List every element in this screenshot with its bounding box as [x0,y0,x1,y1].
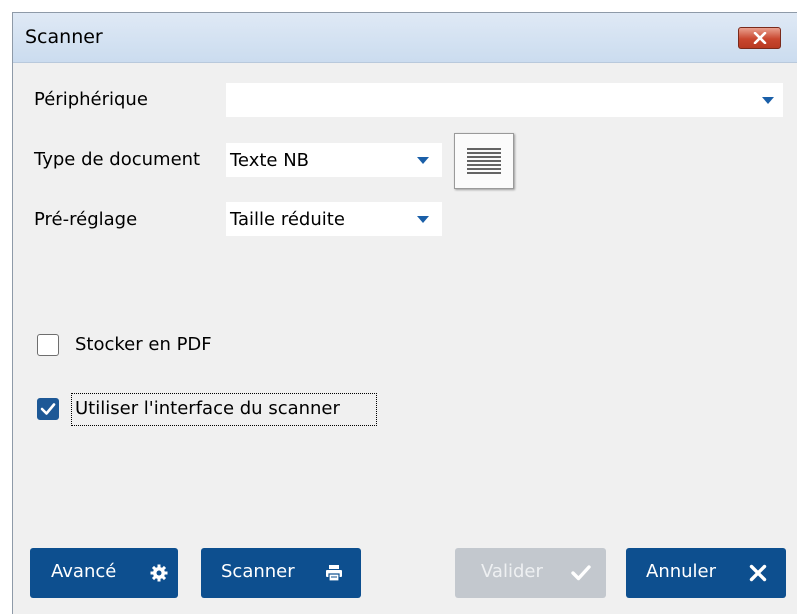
store-pdf-checkbox[interactable] [37,334,59,356]
doc-type-preview-button[interactable] [454,133,514,189]
title-bar: Scanner [13,13,797,63]
store-pdf-label[interactable]: Stocker en PDF [75,334,212,355]
advanced-button[interactable]: Avancé [30,548,178,598]
cancel-button[interactable]: Annuler [626,548,786,598]
advanced-label: Avancé [51,561,117,582]
checkmark-icon [40,403,56,415]
scanner-dialog: Scanner Périphérique Type de document Te… [12,12,797,614]
cancel-label: Annuler [646,561,717,582]
chevron-down-icon [417,157,429,164]
chevron-down-icon [417,216,429,223]
scan-button[interactable]: Scanner [201,548,361,598]
preset-value: Taille réduite [230,209,345,230]
text-document-icon [467,148,501,174]
gear-icon [150,564,168,582]
validate-label: Valider [481,561,543,582]
close-button[interactable] [738,27,781,49]
chevron-down-icon [762,97,774,104]
device-select[interactable] [226,83,783,117]
preset-select[interactable]: Taille réduite [226,202,442,236]
preset-label: Pré-réglage [34,209,138,230]
scan-label: Scanner [221,561,295,582]
dialog-title: Scanner [25,26,103,48]
doc-type-label: Type de document [34,149,201,170]
device-label: Périphérique [34,89,148,110]
x-icon [749,564,767,582]
checkmark-icon [571,565,591,581]
printer-icon [326,565,342,582]
use-interface-label[interactable]: Utiliser l'interface du scanner [75,398,340,419]
validate-button[interactable]: Valider [455,548,606,598]
close-icon [753,32,767,44]
doc-type-select[interactable]: Texte NB [226,143,442,177]
doc-type-value: Texte NB [230,150,310,171]
use-interface-checkbox[interactable] [37,398,59,420]
